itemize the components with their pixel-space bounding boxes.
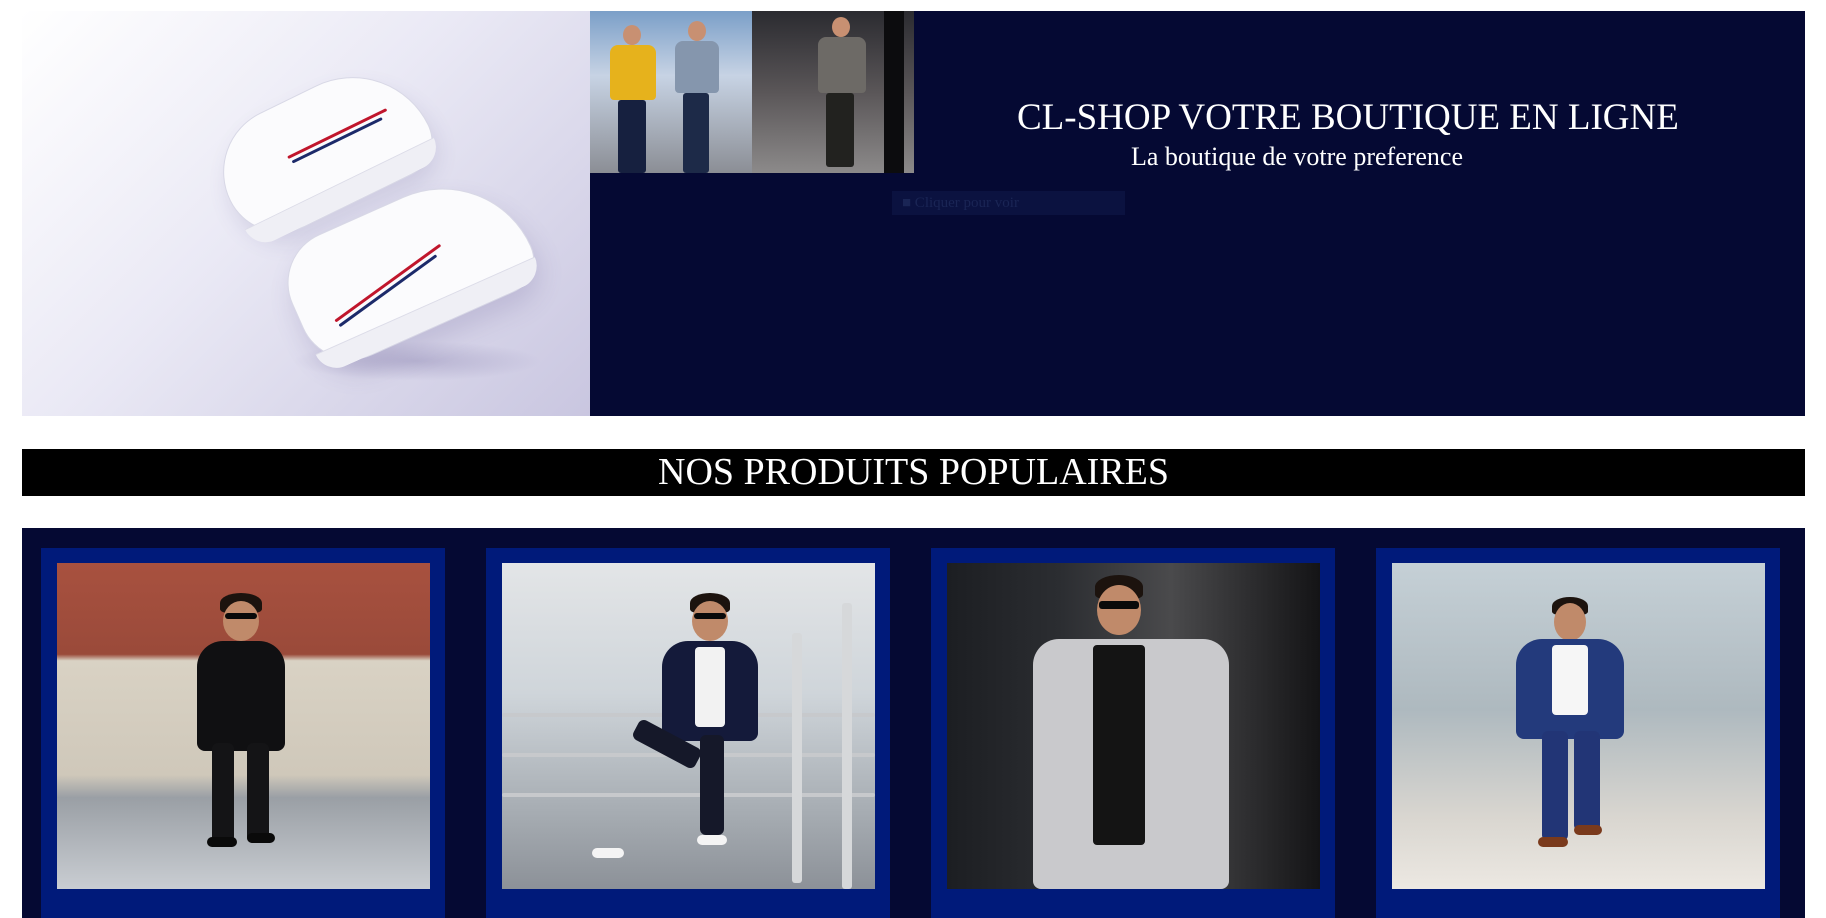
popular-products-heading: NOS PRODUITS POPULAIRES bbox=[22, 449, 1805, 496]
hero-banner: CL-SHOP VOTRE BOUTIQUE EN LIGNE La bouti… bbox=[22, 11, 1805, 416]
products-grid bbox=[22, 528, 1805, 918]
product-image-grey-coat[interactable] bbox=[947, 563, 1320, 889]
product-card[interactable] bbox=[1376, 548, 1780, 918]
product-card[interactable] bbox=[486, 548, 890, 918]
suit-man-photo bbox=[752, 11, 914, 173]
product-image-blue-suit[interactable] bbox=[1392, 563, 1765, 889]
product-image-black-suit[interactable] bbox=[57, 563, 430, 889]
product-image-navy-blazer[interactable] bbox=[502, 563, 875, 889]
street-style-photo bbox=[590, 11, 752, 173]
product-card[interactable] bbox=[931, 548, 1335, 918]
product-card[interactable] bbox=[41, 548, 445, 918]
sneakers-photo bbox=[22, 11, 590, 416]
site-subtitle: La boutique de votre preference bbox=[1130, 142, 1464, 171]
site-title: CL-SHOP VOTRE BOUTIQUE EN LIGNE bbox=[1017, 97, 1679, 138]
hero-hint[interactable]: ■ Cliquer pour voir bbox=[892, 191, 1125, 215]
